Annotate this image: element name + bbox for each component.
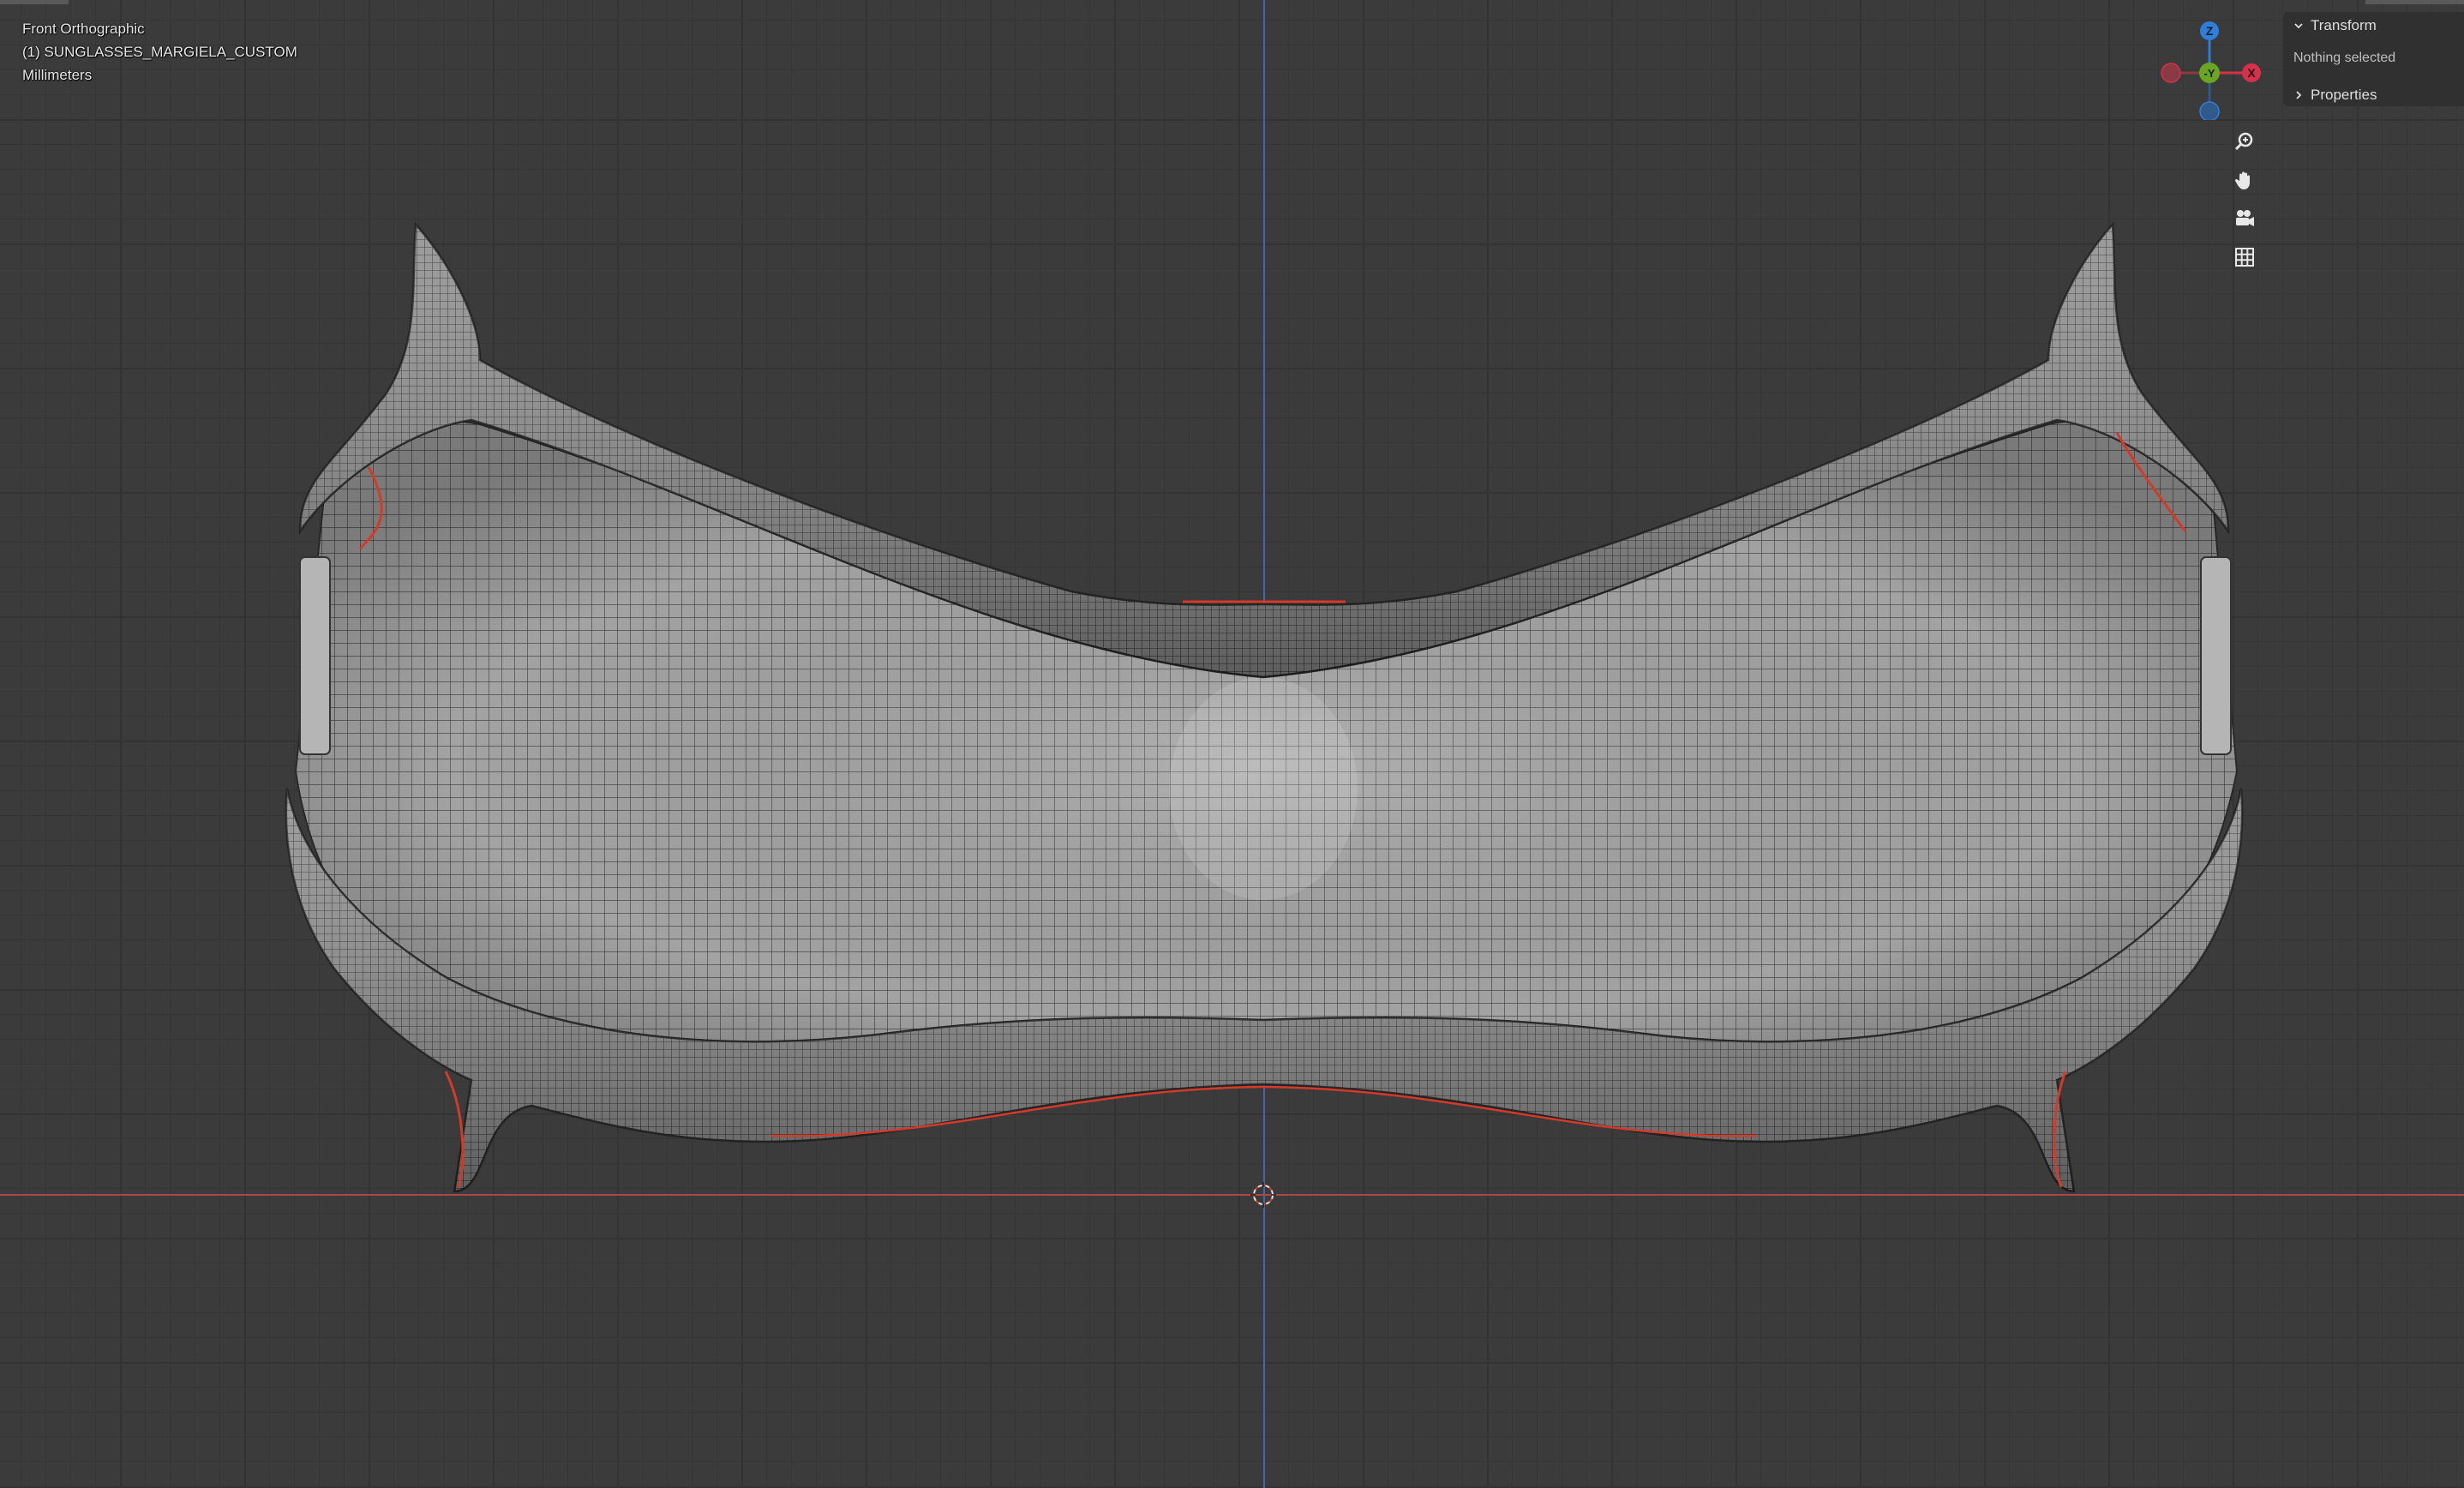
properties-panel-header[interactable]: Properties	[2293, 87, 2377, 104]
hand-pan-icon[interactable]	[2230, 165, 2259, 195]
3d-viewport[interactable]: Front Orthographic (1) SUNGLASSES_MARGIE…	[0, 0, 2464, 1488]
gizmo-neg-z-axis-icon	[2199, 101, 2220, 120]
transform-panel-header[interactable]: Transform	[2293, 17, 2377, 34]
grid-icon[interactable]	[2230, 243, 2259, 272]
transform-label: Transform	[2311, 17, 2377, 33]
zoom-icon[interactable]	[2230, 127, 2259, 156]
sunglasses-mesh[interactable]	[0, 0, 2464, 1488]
3d-cursor-icon[interactable]	[1250, 1182, 1276, 1208]
svg-text:-Y: -Y	[2203, 67, 2215, 80]
chevron-right-icon	[2296, 91, 2302, 99]
camera-icon[interactable]	[2230, 204, 2259, 233]
units-label: Millimeters	[22, 67, 93, 83]
chevron-down-icon	[2294, 23, 2303, 29]
svg-text:X: X	[2247, 66, 2256, 80]
left-hinge	[299, 556, 331, 755]
active-object-label: (1) SUNGLASSES_MARGIELA_CUSTOM	[22, 44, 297, 60]
nose-bridge-highlight	[1169, 677, 1358, 900]
selection-status: Nothing selected	[2293, 51, 2396, 65]
navigation-gizmo[interactable]: Z X -Y	[2160, 17, 2263, 120]
right-hinge	[2200, 556, 2232, 755]
view-name-label: Front Orthographic	[22, 21, 145, 37]
properties-label: Properties	[2311, 87, 2377, 103]
gizmo-neg-x-axis-icon	[2161, 63, 2181, 83]
svg-text:Z: Z	[2206, 24, 2214, 38]
sidebar-panel: Transform Nothing selected Properties	[2283, 12, 2464, 106]
